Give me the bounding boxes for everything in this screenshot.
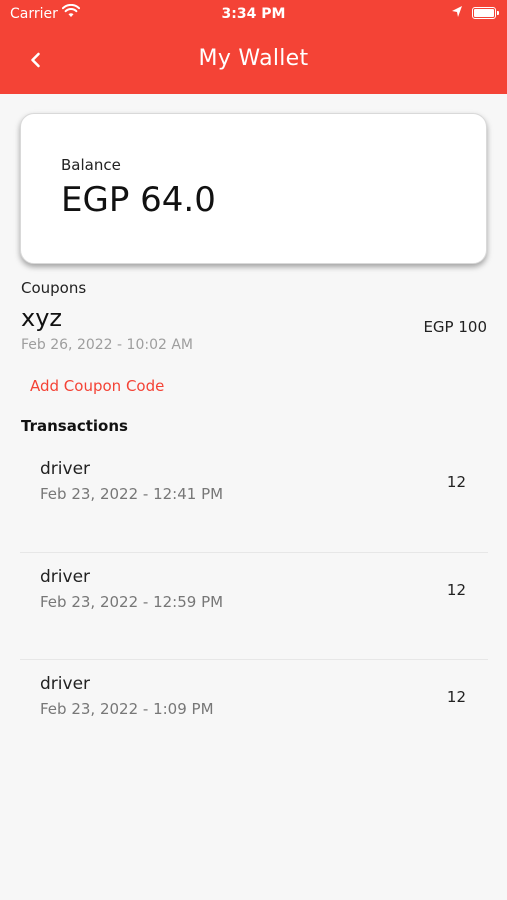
add-coupon-code-button[interactable]: Add Coupon Code xyxy=(30,377,164,395)
status-time: 3:34 PM xyxy=(221,6,286,22)
coupon-code: xyz xyxy=(21,304,63,332)
transaction-name: driver xyxy=(40,459,91,479)
transaction-amount: 12 xyxy=(446,580,466,599)
coupons-heading: Coupons xyxy=(21,279,87,297)
page-title: My Wallet xyxy=(198,46,309,71)
transaction-date: Feb 23, 2022 - 12:41 PM xyxy=(40,485,224,503)
transactions-list: driver Feb 23, 2022 - 12:41 PM 12 driver… xyxy=(20,445,488,768)
transactions-heading: Transactions xyxy=(21,417,128,435)
status-bar: Carrier 3:34 PM xyxy=(0,0,507,28)
transaction-date: Feb 23, 2022 - 12:59 PM xyxy=(40,592,224,611)
transaction-row: driver Feb 23, 2022 - 12:59 PM 12 xyxy=(20,553,488,660)
coupon-date: Feb 26, 2022 - 10:02 AM xyxy=(21,337,193,353)
transaction-date: Feb 23, 2022 - 1:09 PM xyxy=(40,700,214,718)
battery-fill xyxy=(474,9,494,17)
transaction-amount: 12 xyxy=(446,473,466,491)
location-arrow-icon xyxy=(451,5,463,23)
transaction-name: driver xyxy=(40,566,91,587)
transaction-row: driver Feb 23, 2022 - 1:09 PM 12 xyxy=(20,660,488,768)
transaction-row: driver Feb 23, 2022 - 12:41 PM 12 xyxy=(20,445,488,553)
transaction-name: driver xyxy=(40,674,91,694)
app-bar: Carrier 3:34 PM My Wallet xyxy=(0,0,507,94)
battery-icon xyxy=(472,7,499,19)
balance-card: Balance EGP 64.0 xyxy=(20,113,487,264)
coupon-amount: EGP 100 xyxy=(423,318,487,336)
balance-label: Balance xyxy=(61,156,121,174)
balance-value: EGP 64.0 xyxy=(61,180,216,220)
transaction-amount: 12 xyxy=(446,688,466,706)
